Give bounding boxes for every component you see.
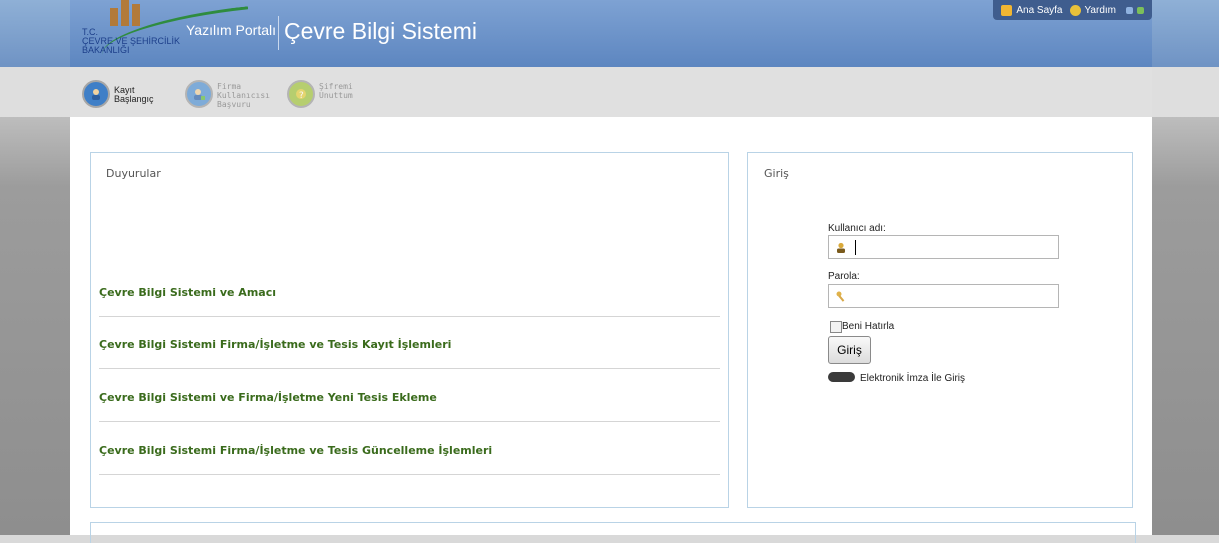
help-icon[interactable]	[1069, 4, 1081, 16]
username-label: Kullanıcı adı:	[828, 223, 886, 234]
ministry-line-3: BAKANLIĞI	[82, 45, 130, 55]
portal-label: Yazılım Portalı	[186, 22, 276, 38]
announcement-link[interactable]: Çevre Bilgi Sistemi Firma/İşletme ve Tes…	[99, 444, 492, 457]
notice-panel	[90, 522, 1136, 543]
header-divider	[278, 16, 279, 50]
username-field[interactable]	[828, 235, 1059, 259]
firm-user-application-button[interactable]: Firma Kullanıcısı Başvuru	[185, 80, 270, 109]
announcement-item: Çevre Bilgi Sistemi ve Amacı	[99, 274, 720, 317]
system-title: Çevre Bilgi Sistemi	[284, 18, 477, 44]
esign-login-link[interactable]: Elektronik İmza İle Giriş	[860, 373, 965, 384]
user-icon	[837, 242, 845, 253]
firm-label-3: Başvuru	[217, 100, 251, 109]
help-link[interactable]: Yardım	[1085, 5, 1117, 16]
text-caret	[855, 240, 856, 255]
login-title: Giriş	[764, 167, 789, 180]
announcements-panel: Duyurular Çevre Bilgi Sistemi ve Amacı Ç…	[90, 152, 729, 508]
announcement-item: Çevre Bilgi Sistemi Firma/İşletme ve Tes…	[99, 316, 720, 369]
announcement-link[interactable]: Çevre Bilgi Sistemi Firma/İşletme ve Tes…	[99, 338, 451, 351]
top-links: Ana Sayfa Yardım	[993, 0, 1152, 20]
main-content: Duyurular Çevre Bilgi Sistemi ve Amacı Ç…	[70, 117, 1152, 543]
home-link[interactable]: Ana Sayfa	[1016, 5, 1062, 16]
announcement-link[interactable]: Çevre Bilgi Sistemi ve Amacı	[99, 286, 276, 299]
announcement-item: Çevre Bilgi Sistemi ve Firma/İşletme Yen…	[99, 368, 720, 422]
forgot-label-2: Unuttum	[319, 91, 353, 100]
password-field[interactable]	[828, 284, 1059, 308]
user-card-icon	[82, 80, 110, 108]
key-question-icon: ?	[287, 80, 315, 108]
theme-green-icon[interactable]	[1137, 6, 1144, 14]
register-label-2: Başlangıç	[114, 94, 154, 104]
announcements-title: Duyurular	[106, 167, 161, 180]
toolbar: Kayıt Başlangıç Firma Kullanıcısı Başvur…	[70, 67, 1152, 117]
password-label: Parola:	[828, 271, 860, 282]
login-button[interactable]: Giriş	[828, 336, 871, 364]
user-add-icon	[185, 80, 213, 108]
theme-blue-icon[interactable]	[1126, 6, 1133, 14]
forgot-password-button[interactable]: ? Şifremi Unuttum	[287, 80, 353, 108]
ministry-logo-icon	[110, 0, 150, 26]
remember-me-label[interactable]: Beni Hatırla	[842, 321, 894, 332]
home-icon[interactable]	[1001, 4, 1013, 16]
ministry-name: T.C. ÇEVRE VE ŞEHİRCİLİK BAKANLIĞI	[82, 28, 180, 55]
svg-text:?: ?	[299, 91, 304, 101]
remember-me-checkbox[interactable]	[830, 321, 842, 333]
key-icon	[836, 291, 845, 302]
announcement-item: Çevre Bilgi Sistemi Firma/İşletme ve Tes…	[99, 421, 720, 475]
announcement-link[interactable]: Çevre Bilgi Sistemi ve Firma/İşletme Yen…	[99, 391, 437, 404]
site-header: T.C. ÇEVRE VE ŞEHİRCİLİK BAKANLIĞI Yazıl…	[70, 0, 1152, 67]
forgot-label-1: Şifremi	[319, 82, 353, 91]
register-start-button[interactable]: Kayıt Başlangıç	[82, 80, 154, 108]
usb-token-icon[interactable]	[828, 372, 855, 382]
firm-label-1: Firma	[217, 82, 242, 91]
login-panel: Giriş Kullanıcı adı: Parola: Beni Hatırl…	[747, 152, 1133, 508]
firm-label-2: Kullanıcısı	[217, 91, 270, 100]
